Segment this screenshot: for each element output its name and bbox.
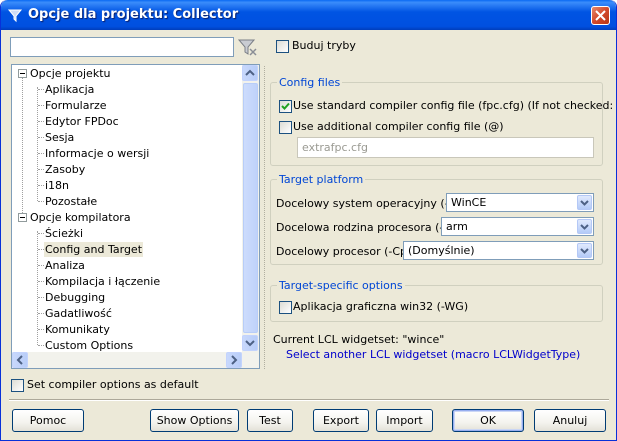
scroll-left-button[interactable] — [12, 352, 28, 368]
chevron-down-icon — [580, 248, 589, 254]
tree-item-resources[interactable]: Zasoby — [45, 162, 85, 177]
tree-item-custom-options[interactable]: Custom Options — [45, 338, 133, 353]
help-button[interactable]: Pomoc — [12, 409, 84, 432]
win32-gui-label: Aplikacja graficzna win32 (-WG) — [293, 300, 469, 313]
window-title: Opcje dla projektu: Collector — [28, 7, 239, 22]
additional-config-path-input[interactable]: extrafpc.cfg — [297, 137, 594, 158]
options-tree[interactable]: Opcje projektu Aplikacja Formularze Edyt… — [11, 64, 260, 369]
chevron-left-icon — [16, 355, 23, 365]
tree-item-verbosity[interactable]: Gadatliwość — [45, 306, 112, 321]
clear-filter-button[interactable] — [237, 37, 259, 58]
bottom-separator — [9, 399, 609, 401]
set-default-label: Set compiler options as default — [27, 378, 199, 391]
tree-item-miscellaneous[interactable]: Pozostałe — [45, 194, 97, 209]
tree-item-project-options[interactable]: Opcje projektu — [30, 66, 110, 81]
target-cpu-family-label: Docelowa rodzina procesora (-P) — [276, 221, 455, 234]
tree-item-config-and-target[interactable]: Config and Target — [44, 242, 144, 257]
target-cpu-label: Docelowy procesor (-Cp) — [276, 245, 412, 258]
target-os-select[interactable]: WinCE — [446, 193, 594, 212]
close-button[interactable] — [591, 6, 610, 25]
tree-item-paths[interactable]: Ścieżki — [45, 226, 83, 241]
target-os-value: WinCE — [451, 196, 487, 209]
show-options-button[interactable]: Show Options — [150, 409, 239, 432]
use-standard-config-checkbox[interactable] — [279, 100, 292, 113]
chevron-down-icon — [245, 340, 255, 347]
tree-item-forms[interactable]: Formularze — [45, 98, 107, 113]
tree-item-parsing[interactable]: Analiza — [45, 258, 85, 273]
current-lcl-widgetset: Current LCL widgetset: "wince" — [273, 333, 445, 346]
scroll-thumb[interactable] — [243, 83, 258, 333]
tree-item-application[interactable]: Aplikacja — [45, 82, 94, 97]
export-button[interactable]: Export — [313, 409, 369, 432]
tree-item-debugging[interactable]: Debugging — [45, 290, 105, 305]
target-cpu-value: (Domyślnie) — [408, 244, 475, 257]
tree-item-compilation-linking[interactable]: Kompilacja i łączenie — [45, 274, 160, 289]
tree-horizontal-scrollbar[interactable] — [12, 352, 259, 368]
test-button[interactable]: Test — [247, 409, 293, 432]
tree-item-session[interactable]: Sesja — [45, 130, 74, 145]
chevron-up-icon — [245, 69, 255, 76]
target-platform-title: Target platform — [277, 173, 366, 186]
config-files-title: Config files — [277, 76, 343, 89]
target-cpu-dropdown-button[interactable] — [577, 243, 592, 258]
checkmark-icon — [281, 102, 290, 110]
tree-item-version-info[interactable]: Informacje o wersji — [45, 146, 149, 161]
splitter[interactable] — [264, 66, 265, 369]
tree-vertical-scrollbar[interactable] — [242, 65, 259, 352]
target-cpu-family-value: arm — [446, 220, 468, 233]
target-cpu-family-select[interactable]: arm — [441, 217, 594, 236]
use-additional-config-checkbox[interactable] — [279, 121, 292, 134]
title-bar[interactable]: Opcje dla projektu: Collector — [1, 0, 616, 30]
close-icon — [595, 10, 606, 21]
tree-expander-project[interactable] — [18, 69, 27, 78]
additional-config-path-value: extrafpc.cfg — [302, 141, 368, 154]
scroll-up-button[interactable] — [242, 65, 258, 81]
tree-item-fpdoc-editor[interactable]: Edytor FPDoc — [45, 114, 119, 129]
build-modes-checkbox[interactable] — [276, 40, 289, 53]
chevron-down-icon — [580, 200, 589, 206]
set-default-checkbox[interactable] — [11, 379, 24, 392]
scroll-right-button[interactable] — [226, 352, 242, 368]
tree-item-messages[interactable]: Komunikaty — [45, 322, 110, 337]
ok-button[interactable]: OK — [452, 409, 524, 432]
target-os-dropdown-button[interactable] — [577, 195, 592, 210]
select-lcl-widgetset-link[interactable]: Select another LCL widgetset (macro LCLW… — [286, 348, 580, 361]
chevron-down-icon — [580, 224, 589, 230]
use-standard-config-label: Use standard compiler config file (fpc.c… — [293, 99, 617, 112]
target-cpu-select[interactable]: (Domyślnie) — [403, 241, 594, 260]
filter-input[interactable] — [10, 37, 234, 57]
use-additional-config-label: Use additional compiler config file (@) — [293, 120, 504, 133]
cancel-button[interactable]: Anuluj — [534, 409, 606, 432]
target-cpu-family-dropdown-button[interactable] — [577, 219, 592, 234]
import-button[interactable]: Import — [376, 409, 433, 432]
build-modes-label: Buduj tryby — [292, 39, 356, 52]
target-specific-title: Target-specific options — [277, 279, 405, 292]
funnel-clear-icon — [237, 39, 257, 56]
options-dialog: Opcje dla projektu: Collector Buduj tryb… — [0, 0, 617, 441]
scroll-down-button[interactable] — [242, 335, 258, 351]
tree-item-compiler-options[interactable]: Opcje kompilatora — [30, 210, 131, 225]
target-os-label: Docelowy system operacyjny (-T) — [276, 197, 459, 210]
chevron-right-icon — [231, 355, 238, 365]
tree-item-i18n[interactable]: i18n — [45, 178, 69, 193]
tree-expander-compiler[interactable] — [18, 213, 27, 222]
lazarus-icon — [7, 9, 23, 23]
win32-gui-checkbox[interactable] — [279, 301, 292, 314]
